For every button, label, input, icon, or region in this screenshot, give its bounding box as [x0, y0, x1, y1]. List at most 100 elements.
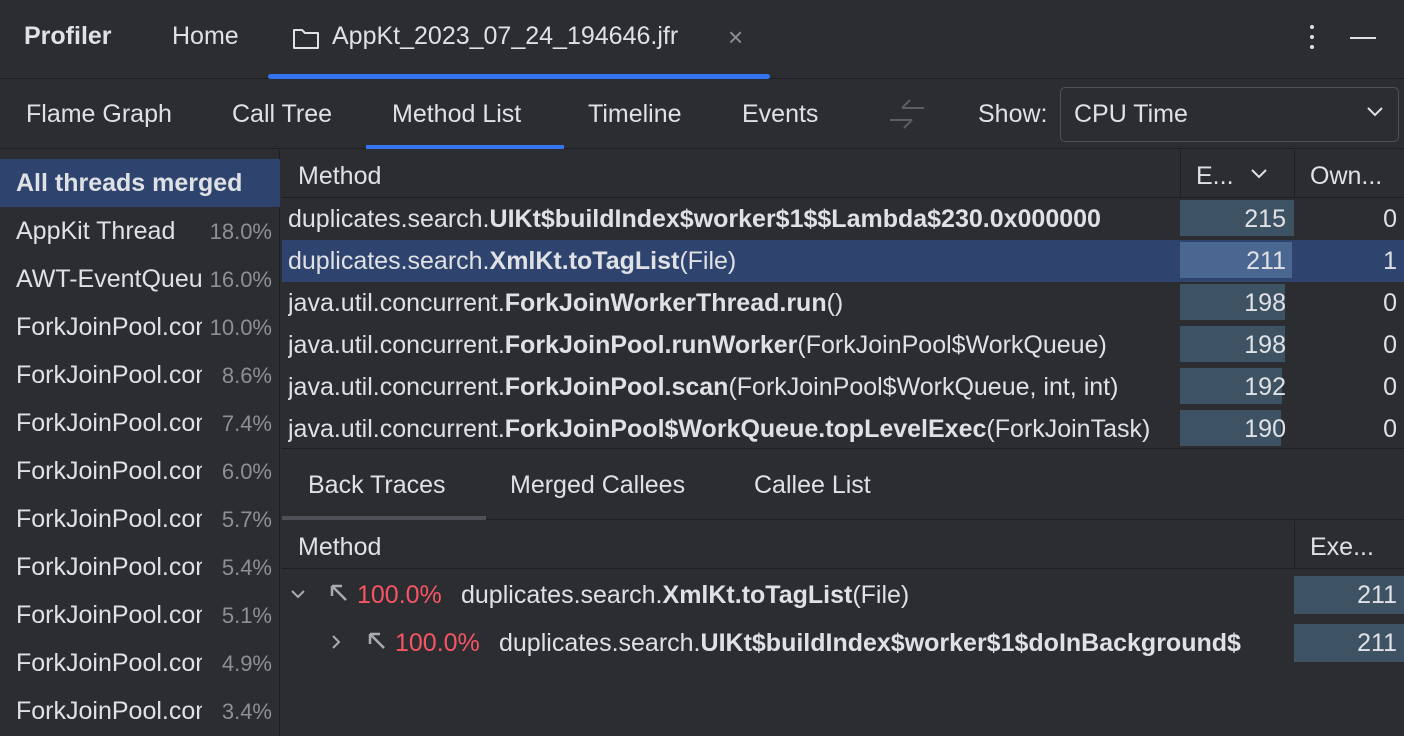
thread-item[interactable]: ForkJoinPool.common 5.7% — [0, 495, 280, 543]
thread-name: All threads merged — [16, 169, 276, 198]
method-args: (File) — [679, 247, 736, 275]
thread-item[interactable]: ForkJoinPool.common 4.9% — [0, 639, 280, 687]
method-package: java.util.concurrent. — [288, 373, 505, 401]
column-divider[interactable] — [1294, 521, 1295, 569]
thread-item[interactable]: ForkJoinPool.common 7.4% — [0, 399, 280, 447]
method-args: (File) — [852, 581, 909, 609]
column-divider[interactable] — [1180, 150, 1181, 198]
chevron-right-icon[interactable] — [328, 634, 344, 650]
exec-cell: 198 — [1180, 289, 1286, 318]
own-cell: 0 — [1294, 373, 1397, 402]
own-cell: 0 — [1294, 289, 1397, 318]
thread-name: AWT-EventQueue — [16, 265, 202, 294]
show-label: Show: — [978, 100, 1047, 129]
table-row[interactable]: duplicates.search.XmlKt.toTagList(File) … — [282, 240, 1404, 282]
thread-percent: 16.0% — [210, 267, 272, 293]
trace-percent: 100.0% — [395, 629, 480, 658]
details-tabs: Back Traces Merged Callees Callee List — [282, 448, 1404, 520]
arrow-up-left-icon — [366, 630, 388, 652]
method-name: UIKt$buildIndex$worker$1$doInBackground$ — [701, 629, 1241, 657]
tool-window-header: Profiler Home AppKt_2023_07_24_194646.jf… — [0, 0, 1404, 79]
own-cell: 0 — [1294, 205, 1397, 234]
own-cell: 1 — [1294, 247, 1397, 276]
tab-merged-callees[interactable]: Merged Callees — [510, 471, 685, 500]
tree-row[interactable]: 100.0% duplicates.search.XmlKt.toTagList… — [282, 572, 1404, 618]
back-traces-header: Method Exe... — [282, 521, 1404, 569]
method-package: duplicates.search. — [288, 205, 490, 233]
method-table: Method E... Own... duplicates.search.UIK… — [282, 150, 1404, 448]
table-row[interactable]: java.util.concurrent.ForkJoinPool.scan(F… — [282, 366, 1404, 408]
table-row[interactable]: java.util.concurrent.ForkJoinWorkerThrea… — [282, 282, 1404, 324]
chevron-down-icon[interactable] — [290, 586, 306, 602]
thread-item[interactable]: ForkJoinPool.common 5.1% — [0, 591, 280, 639]
thread-item[interactable]: ForkJoinPool.common 8.6% — [0, 351, 280, 399]
tab-method-list[interactable]: Method List — [392, 100, 521, 129]
thread-name: ForkJoinPool.common — [16, 457, 202, 486]
thread-percent: 5.4% — [222, 555, 272, 581]
table-row[interactable]: duplicates.search.UIKt$buildIndex$worker… — [282, 198, 1404, 240]
column-divider[interactable] — [1294, 150, 1295, 198]
thread-item[interactable]: ForkJoinPool.common 5.4% — [0, 543, 280, 591]
exec-cell: 190 — [1180, 415, 1286, 444]
exec-cell: 211 — [1180, 247, 1286, 276]
thread-item[interactable]: AWT-EventQueue 16.0% — [0, 255, 280, 303]
view-toolbar: Flame Graph Call Tree Method List Timeli… — [0, 80, 1404, 149]
show-select[interactable]: CPU Time — [1060, 87, 1399, 142]
thread-item[interactable]: ForkJoinPool.common 6.0% — [0, 447, 280, 495]
thread-item[interactable]: ForkJoinPool.common 3.4% — [0, 687, 280, 735]
tab-call-tree[interactable]: Call Tree — [232, 100, 332, 129]
tab-flame-graph[interactable]: Flame Graph — [26, 100, 172, 129]
exec-cell: 192 — [1180, 373, 1286, 402]
thread-name: ForkJoinPool.common — [16, 505, 202, 534]
compare-arrows-icon[interactable] — [888, 96, 926, 132]
tab-back-traces[interactable]: Back Traces — [308, 471, 446, 500]
thread-percent: 5.1% — [222, 603, 272, 629]
method-cell: duplicates.search.UIKt$buildIndex$worker… — [288, 205, 1180, 234]
chevron-down-icon — [1366, 106, 1384, 118]
thread-name: ForkJoinPool.common — [16, 697, 202, 726]
column-header-exec[interactable]: Exe... — [1310, 533, 1374, 562]
column-header-method[interactable]: Method — [298, 162, 381, 191]
sort-descending-icon — [1250, 168, 1268, 180]
method-name: ForkJoinWorkerThread.run — [505, 289, 827, 317]
tab-events[interactable]: Events — [742, 100, 818, 129]
folder-icon — [292, 26, 320, 50]
thread-item[interactable]: ForkJoinPool.common 10.0% — [0, 303, 280, 351]
thread-percent: 5.7% — [222, 507, 272, 533]
own-cell: 0 — [1294, 331, 1397, 360]
more-vertical-icon[interactable] — [1302, 22, 1322, 52]
method-args: (ForkJoinTask) — [986, 415, 1150, 443]
thread-percent: 6.0% — [222, 459, 272, 485]
table-row[interactable]: java.util.concurrent.ForkJoinPool.runWor… — [282, 324, 1404, 366]
column-header-exec[interactable]: E... — [1196, 162, 1234, 191]
minimize-icon[interactable] — [1350, 37, 1376, 39]
method-cell: duplicates.search.XmlKt.toTagList(File) — [461, 581, 1291, 610]
tab-file[interactable]: AppKt_2023_07_24_194646.jfr × — [268, 0, 770, 79]
thread-name: ForkJoinPool.common — [16, 601, 202, 630]
table-row[interactable]: java.util.concurrent.ForkJoinPool$WorkQu… — [282, 408, 1404, 450]
close-icon[interactable]: × — [728, 22, 743, 53]
column-header-own[interactable]: Own... — [1310, 162, 1382, 191]
exec-cell: 198 — [1180, 331, 1286, 360]
method-package: duplicates.search. — [461, 581, 663, 609]
method-cell: java.util.concurrent.ForkJoinWorkerThrea… — [288, 289, 1180, 318]
thread-item[interactable]: AppKit Thread 18.0% — [0, 207, 280, 255]
tab-callee-list[interactable]: Callee List — [754, 471, 871, 500]
threads-list: All threads merged AppKit Thread 18.0% A… — [0, 150, 280, 736]
tab-active-indicator — [366, 145, 564, 149]
thread-percent: 10.0% — [210, 315, 272, 341]
method-args: (ForkJoinPool$WorkQueue) — [797, 331, 1106, 359]
exec-cell: 215 — [1180, 205, 1286, 234]
method-name: ForkJoinPool.runWorker — [505, 331, 798, 359]
method-cell: duplicates.search.UIKt$buildIndex$worker… — [499, 629, 1292, 658]
tab-home[interactable]: Home — [172, 22, 239, 51]
method-package: duplicates.search. — [288, 247, 490, 275]
method-package: java.util.concurrent. — [288, 331, 505, 359]
thread-name: ForkJoinPool.common — [16, 361, 202, 390]
tab-timeline[interactable]: Timeline — [588, 100, 682, 129]
tab-active-indicator — [282, 516, 486, 520]
column-header-method[interactable]: Method — [298, 533, 381, 562]
arrow-up-left-icon — [328, 582, 350, 604]
thread-item[interactable]: All threads merged — [0, 159, 280, 207]
tree-row[interactable]: 100.0% duplicates.search.UIKt$buildIndex… — [282, 620, 1404, 666]
